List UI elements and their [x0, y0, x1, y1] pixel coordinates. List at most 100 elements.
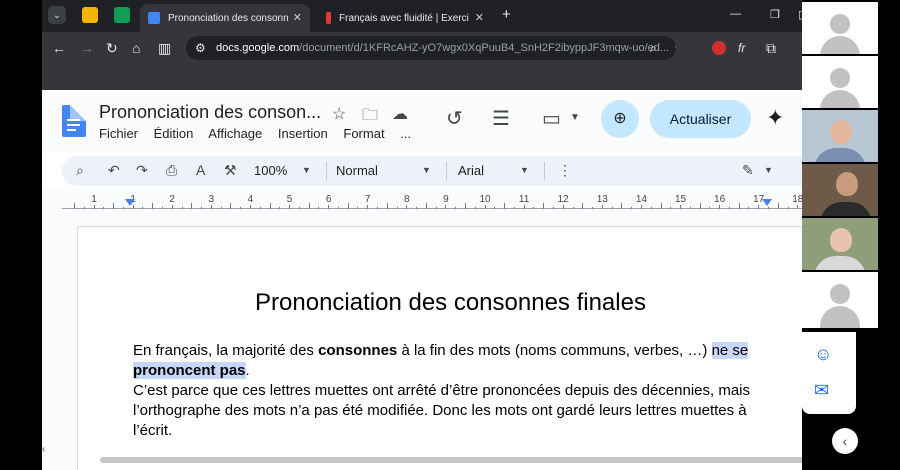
pinned-tab-icon[interactable] [114, 7, 130, 23]
right-indent-marker-icon[interactable] [762, 199, 772, 206]
more-vert-icon[interactable]: ⋮ [558, 162, 572, 179]
tab-search-icon[interactable]: ⌄ [48, 6, 66, 24]
share-button[interactable]: ⊕ [601, 100, 639, 138]
ruler-tick [465, 203, 466, 209]
ruler-tick [386, 203, 388, 209]
reload-icon[interactable]: ↻ [106, 39, 118, 57]
ruler-tick [279, 207, 281, 209]
menu-fichier[interactable]: Fichier [99, 126, 138, 141]
style-select[interactable]: Normal [336, 163, 378, 178]
extension-icon[interactable]: fr [738, 39, 745, 57]
new-tab-button[interactable]: + [502, 6, 511, 23]
menu-edition[interactable]: Édition [154, 126, 194, 141]
pencil-icon[interactable]: ✎ [742, 162, 754, 179]
ruler-tick [308, 203, 310, 209]
site-info-icon[interactable]: ⚙ [195, 36, 206, 60]
redo-icon[interactable]: ↷ [136, 162, 148, 179]
close-tab-icon[interactable]: ✕ [293, 11, 302, 24]
font-select[interactable]: Arial [458, 163, 484, 178]
emoji-icon[interactable]: ☺ [814, 344, 832, 365]
pinned-tab-icon[interactable] [82, 7, 98, 23]
ruler-tick [592, 207, 594, 209]
participant-video[interactable] [802, 164, 878, 216]
video-icon[interactable]: ▭ [542, 106, 561, 131]
document-title[interactable]: Prononciation des conson... [99, 102, 321, 123]
ruler[interactable]: 1 1 2 3 4 5 6 7 8 9 10 11 12 13 14 15 16 17 18 [42, 190, 802, 212]
document-heading[interactable]: Prononciation des consonnes finales [78, 289, 802, 317]
ruler-tick [504, 203, 506, 209]
chevron-left-icon[interactable]: ‹ [42, 444, 45, 455]
comment-icon[interactable]: ☰ [492, 106, 510, 131]
back-icon[interactable]: ← [52, 39, 66, 57]
cloud-status-icon[interactable]: ☁ [392, 104, 408, 124]
ruler-tick [210, 205, 212, 209]
menu-affichage[interactable]: Affichage [208, 126, 262, 141]
chevron-down-icon[interactable]: ▼ [422, 165, 431, 175]
close-tab-icon[interactable]: ✕ [475, 11, 484, 24]
ruler-tick [719, 205, 721, 209]
chevron-down-icon[interactable]: ▼ [520, 165, 529, 175]
ruler-number: 7 [364, 194, 371, 205]
paragraph-text: à la fin des mots (noms communs, verbes,… [397, 342, 712, 359]
forward-icon[interactable]: → [80, 39, 94, 57]
ruler-tick [455, 207, 457, 209]
participant-tile[interactable] [802, 56, 878, 108]
ruler-number: 14 [635, 194, 647, 205]
participant-tile[interactable] [802, 272, 878, 328]
update-button[interactable]: Actualiser [650, 100, 751, 138]
chevron-down-icon[interactable]: ▼ [764, 165, 773, 175]
zoom-select[interactable]: 100% [254, 163, 287, 178]
divider [326, 162, 327, 180]
magnifier-icon[interactable]: ⌕ [76, 162, 84, 179]
tab-prononciation[interactable]: Prononciation des consonnes fi ✕ [140, 4, 310, 32]
star-icon[interactable]: ☆ [332, 104, 346, 124]
ruler-tick [416, 207, 418, 209]
minimize-icon[interactable]: — [730, 8, 741, 20]
paragraph-text: C’est parce que ces lettres muettes ont … [133, 382, 751, 439]
extension-icon[interactable] [712, 41, 726, 55]
ruler-tick [572, 207, 574, 209]
home-icon[interactable]: ⌂ [132, 39, 140, 57]
add-person-icon: ⊕ [613, 110, 627, 127]
ruler-tick [259, 207, 261, 209]
highlighted-bold-text: prononcent pas [133, 362, 246, 379]
maximize-icon[interactable]: ❐ [770, 8, 780, 21]
participant-video[interactable] [802, 110, 878, 162]
paint-format-icon[interactable]: ⚒ [224, 162, 237, 179]
extensions-puzzle-icon[interactable]: ⧉ [766, 39, 776, 57]
left-indent-marker-icon[interactable] [125, 199, 135, 206]
tab-francais[interactable]: Français avec fluidité | Exercice ✕ [318, 4, 492, 32]
address-bar[interactable]: ⚙ docs.google.com/document/d/1KFRcAHZ-yO… [186, 36, 676, 60]
avatar-placeholder-icon [830, 14, 850, 34]
undo-icon[interactable]: ↶ [108, 162, 120, 179]
document-body[interactable]: En français, la majorité des consonnes à… [133, 341, 763, 441]
avatar-placeholder-icon [820, 90, 860, 108]
ruler-number: 16 [714, 194, 726, 205]
horizontal-scrollbar[interactable] [100, 457, 802, 463]
chevron-down-icon[interactable]: ▼ [302, 165, 311, 175]
document-page[interactable]: Prononciation des consonnes finales En f… [77, 226, 802, 470]
chevron-left-icon: ‹ [842, 433, 848, 449]
sparkle-icon[interactable]: ✦ [766, 105, 784, 131]
participant-tile[interactable] [802, 2, 878, 54]
docs-logo-icon[interactable] [62, 105, 86, 137]
collapse-panel-button[interactable]: ‹ [832, 428, 858, 454]
meet-dropdown-icon[interactable]: ▼ [570, 112, 580, 123]
print-icon[interactable]: ⎙ [166, 162, 177, 179]
bookmark-star-icon[interactable]: ☆ [674, 36, 676, 60]
ruler-tick [93, 205, 95, 209]
ruler-tick [738, 203, 740, 209]
feedback-icon[interactable]: ✉ [814, 380, 829, 401]
ruler-number: 10 [479, 194, 491, 205]
participant-video[interactable] [802, 218, 878, 270]
ruler-tick [337, 207, 339, 209]
ruler-tick [699, 203, 701, 209]
menu-insertion[interactable]: Insertion [278, 126, 328, 141]
history-icon[interactable]: ↺ [446, 106, 463, 131]
docs-header: Prononciation des conson... ☆ 🗀 ☁ Fichie… [42, 90, 802, 152]
spellcheck-icon[interactable]: A [196, 162, 205, 178]
split-view-icon[interactable]: ▥ [158, 39, 171, 57]
menu-more[interactable]: ... [400, 126, 411, 141]
menu-format[interactable]: Format [343, 126, 384, 141]
zoom-icon[interactable]: ⌕ [650, 36, 657, 60]
